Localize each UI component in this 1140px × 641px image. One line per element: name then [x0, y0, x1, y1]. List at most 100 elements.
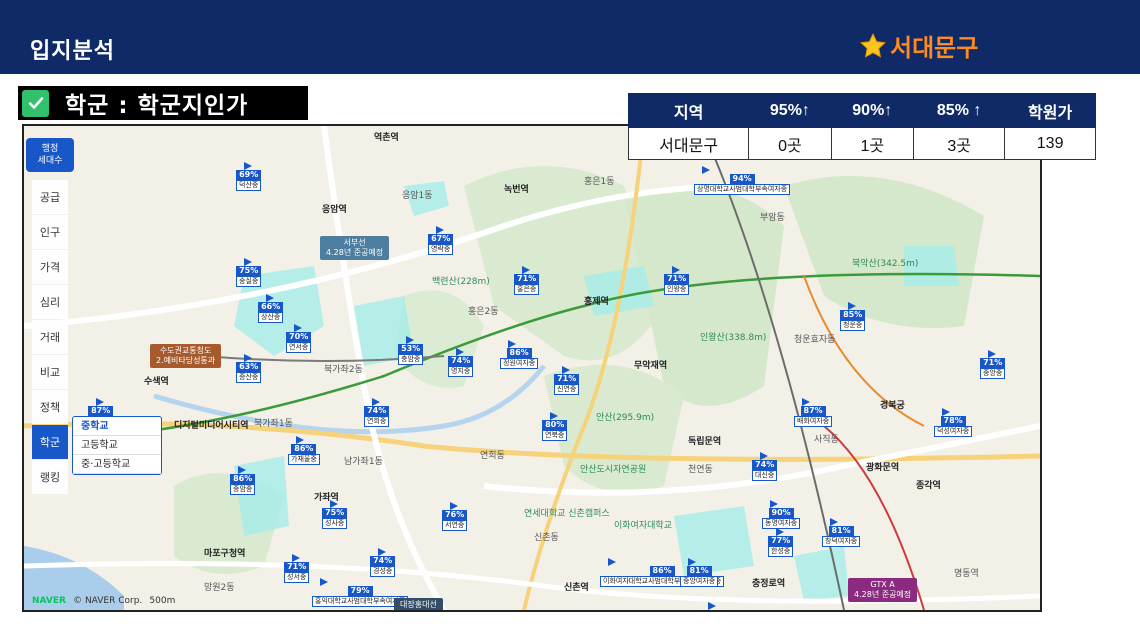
nav-item-transaction[interactable]: 거래 [32, 320, 68, 354]
header-bar: 입지분석 서대문구 [0, 0, 1140, 74]
place-label: 사직동 [814, 435, 839, 445]
school-marker[interactable]: 86% 가재울중 [288, 436, 320, 465]
flag-icon [562, 366, 570, 374]
nav-item-supply[interactable]: 공급 [32, 180, 68, 214]
nav-item-sentiment[interactable]: 심리 [32, 285, 68, 319]
table-header-cell: 지역 [627, 93, 750, 128]
school-marker[interactable]: 81% 중앙여자중 [680, 558, 719, 587]
school-marker[interactable]: 80% 연북중 [542, 412, 568, 441]
school-marker[interactable]: 74% 대신중 [752, 452, 778, 481]
school-marker[interactable]: 86% 중암중 [230, 466, 256, 495]
school-marker[interactable]: 76% 서연중 [442, 502, 468, 531]
school-marker[interactable]: 77% 한성중 [768, 528, 794, 557]
nav-item-population[interactable]: 인구 [32, 215, 68, 249]
school-marker[interactable]: 63% 증산중 [236, 354, 262, 383]
flag-icon [550, 412, 558, 420]
school-district-map[interactable]: 행정 세대수 공급 인구 가격 심리 거래 비교 정책 학군 랭킹 중학교 고등… [22, 124, 1042, 612]
school-option-high[interactable]: 고등학교 [73, 436, 161, 455]
flag-icon [450, 502, 458, 510]
flag-icon [608, 558, 616, 566]
school-marker[interactable]: 94% 상명대학교사범대학부속여자중 [694, 166, 791, 195]
place-label: 신촌역 [564, 583, 589, 593]
school-marker-name: 배화여자중 [794, 416, 833, 427]
school-marker[interactable]: 78% 덕성여자중 [934, 408, 973, 437]
place-label: 인왕산(338.8m) [700, 333, 767, 343]
school-marker[interactable]: 90% 동명여자중 [762, 500, 801, 529]
school-marker-percent: 69% [236, 170, 262, 180]
daejang-line-tag: 대장홍대선 [394, 598, 443, 610]
table-cell: 1곳 [830, 127, 914, 160]
school-marker-percent: 74% [752, 460, 778, 470]
place-label: 종각역 [916, 481, 941, 491]
school-type-popup: 중학교 고등학교 중·고등학교 [72, 416, 162, 475]
table-cell: 139 [1004, 127, 1096, 160]
place-label: 무악재역 [634, 361, 668, 371]
school-marker[interactable]: 87% 배화여자중 [794, 398, 833, 427]
school-marker-percent: 81% [828, 526, 854, 536]
school-marker-percent: 53% [398, 344, 424, 354]
school-option-combined[interactable]: 중·고등학교 [73, 455, 161, 474]
nav-item-ranking[interactable]: 랭킹 [32, 460, 68, 494]
school-option-middle[interactable]: 중학교 [73, 417, 161, 436]
school-marker-name: 성사중 [322, 518, 348, 529]
school-marker[interactable]: 74% 명지중 [448, 348, 474, 377]
place-label: 북가좌1동 [254, 419, 293, 429]
school-marker[interactable]: 85% 청운중 [840, 302, 866, 331]
school-marker[interactable]: 71% 성서중 [284, 554, 310, 583]
stats-table: 지역 95%↑ 90%↑ 85% ↑ 학원가 서대문구 0곳 1곳 3곳 139 [627, 93, 1096, 160]
school-marker-percent: 90% [768, 508, 794, 518]
gwangyeok-line-tag: 수도권교통청도 2.예비타당성통과 [150, 344, 222, 368]
flag-icon [508, 340, 516, 348]
school-marker[interactable]: 70% 연서중 [286, 324, 312, 353]
flag-icon [708, 602, 716, 610]
place-label: 천연동 [688, 465, 713, 475]
school-marker-name: 홍은중 [514, 284, 540, 295]
nav-item-compare[interactable]: 비교 [32, 355, 68, 389]
nav-item-school[interactable]: 학군 [32, 425, 68, 459]
place-label: 역촌역 [374, 133, 399, 143]
school-marker-name: 가재울중 [288, 454, 320, 465]
school-marker[interactable]: 71% 신연중 [554, 366, 580, 395]
flag-icon [378, 548, 386, 556]
school-marker[interactable]: 86% 정원여자중 [500, 340, 539, 369]
school-marker-name: 덕성여자중 [934, 426, 973, 437]
place-label: 홍은2동 [468, 307, 499, 317]
school-marker[interactable]: 71% 중앙중 [980, 350, 1006, 379]
place-label: 홍은1동 [584, 177, 615, 187]
region-indicator: 서대문구 [858, 28, 978, 63]
school-marker[interactable]: 67% 영락중 [428, 226, 454, 255]
flag-icon [96, 398, 104, 406]
flag-icon [238, 466, 246, 474]
school-marker[interactable]: 71% 인왕중 [664, 266, 690, 295]
place-label: 녹번역 [504, 185, 529, 195]
school-marker[interactable]: 69% 덕산중 [236, 162, 262, 191]
school-marker-name: 중앙중 [980, 368, 1006, 379]
school-marker[interactable]: 53% 충암중 [398, 336, 424, 365]
table-header-cell: 90%↑ [830, 93, 914, 128]
flag-icon [294, 324, 302, 332]
nav-household-button[interactable]: 행정 세대수 [26, 138, 74, 172]
school-marker-name: 연희중 [364, 416, 390, 427]
school-marker[interactable]: 74% 경성중 [370, 548, 396, 577]
school-marker[interactable]: 81% 창덕여자중 [822, 518, 861, 547]
school-marker-percent: 67% [428, 234, 454, 244]
place-label: 독립문역 [688, 437, 722, 447]
nav-item-policy[interactable]: 정책 [32, 390, 68, 424]
school-marker-name: 성서중 [284, 572, 310, 583]
school-marker-percent: 79% [347, 586, 373, 596]
school-marker[interactable]: 75% 숭실중 [236, 258, 262, 287]
school-marker[interactable]: 74% 연희중 [364, 398, 390, 427]
school-marker[interactable]: 74%경신중 [700, 602, 725, 610]
school-marker-percent: 66% [258, 302, 284, 312]
school-marker-name: 경성중 [370, 566, 396, 577]
flag-icon [406, 336, 414, 344]
gtx-line-tag: GTX A 4.28년 준공예정 [848, 578, 918, 602]
nav-item-price[interactable]: 가격 [32, 250, 68, 284]
table-header-cell: 학원가 [1004, 93, 1096, 128]
school-marker[interactable]: 75% 성사중 [322, 500, 348, 529]
school-marker-name: 창덕여자중 [822, 536, 861, 547]
school-marker[interactable]: 66% 상산중 [258, 294, 284, 323]
school-marker[interactable]: 71% 홍은중 [514, 266, 540, 295]
place-label: 광화문역 [866, 463, 900, 473]
school-marker-percent: 87% [88, 406, 114, 416]
